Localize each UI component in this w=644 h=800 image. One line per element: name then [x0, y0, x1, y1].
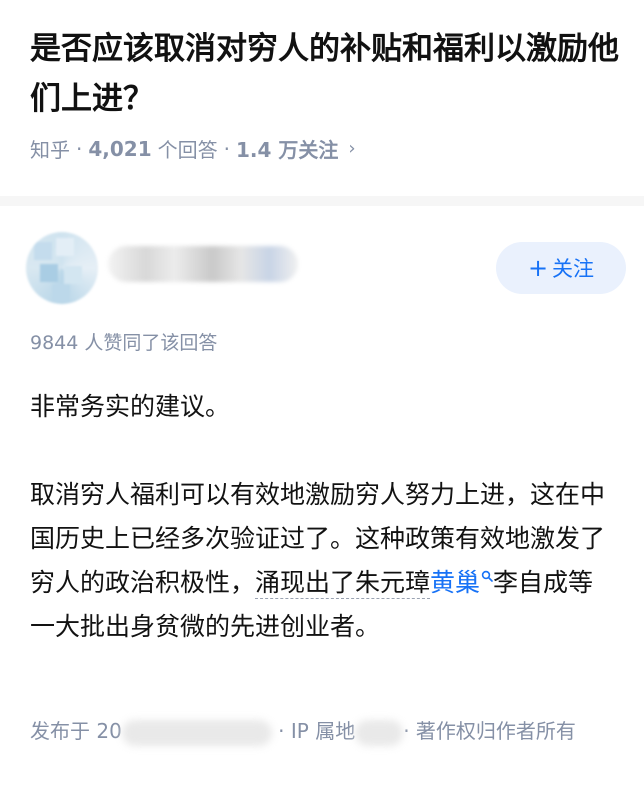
- source-label: 知乎: [30, 138, 70, 162]
- chevron-right-icon: ›: [348, 138, 356, 159]
- follow-button[interactable]: + 关注: [496, 242, 626, 294]
- question-meta[interactable]: 知乎 · 4,021 个回答 · 1.4 万关注 ›: [30, 134, 356, 163]
- copyright-text: · 著作权归作者所有: [403, 719, 576, 743]
- ip-location-redacted: [355, 719, 404, 746]
- ip-label: · IP 属地: [278, 719, 356, 743]
- answer-footer: 发布于 20 · IP 属地 · 著作权归作者所有: [30, 712, 620, 750]
- follow-button-label: 关注: [552, 257, 595, 281]
- published-prefix: 发布于 20: [30, 719, 122, 743]
- meta-separator: ·: [223, 136, 230, 161]
- keyword-link-huangchao[interactable]: 黄巢: [430, 568, 480, 597]
- answer-count: 4,021: [88, 136, 152, 161]
- section-divider: [0, 196, 644, 206]
- author-name[interactable]: [108, 246, 298, 282]
- search-icon[interactable]: [481, 570, 493, 582]
- plus-icon: +: [527, 254, 549, 282]
- avatar[interactable]: [26, 232, 98, 304]
- meta-separator: ·: [76, 136, 83, 161]
- follow-count: 1.4 万关注: [235, 138, 339, 162]
- answer-paragraph: 非常务实的建议。: [30, 392, 231, 421]
- answer-paragraph: 取消穷人福利可以有效地激励穷人努力上进，这在中国历史上已经多次验证过了。这种政策…: [30, 473, 610, 649]
- answer-content: 非常务实的建议。 取消穷人福利可以有效地激励穷人努力上进，这在中国历史上已经多次…: [30, 385, 610, 649]
- author-row: + 关注: [26, 232, 626, 304]
- question-title[interactable]: 是否应该取消对穷人的补贴和福利以激励他们上进？: [30, 24, 620, 124]
- published-date-redacted: [121, 719, 272, 746]
- topic-link[interactable]: 涌现出了朱元璋: [255, 568, 431, 599]
- vote-count: 9844 人赞同了该回答: [30, 332, 218, 354]
- answer-count-suffix: 个回答: [157, 138, 218, 162]
